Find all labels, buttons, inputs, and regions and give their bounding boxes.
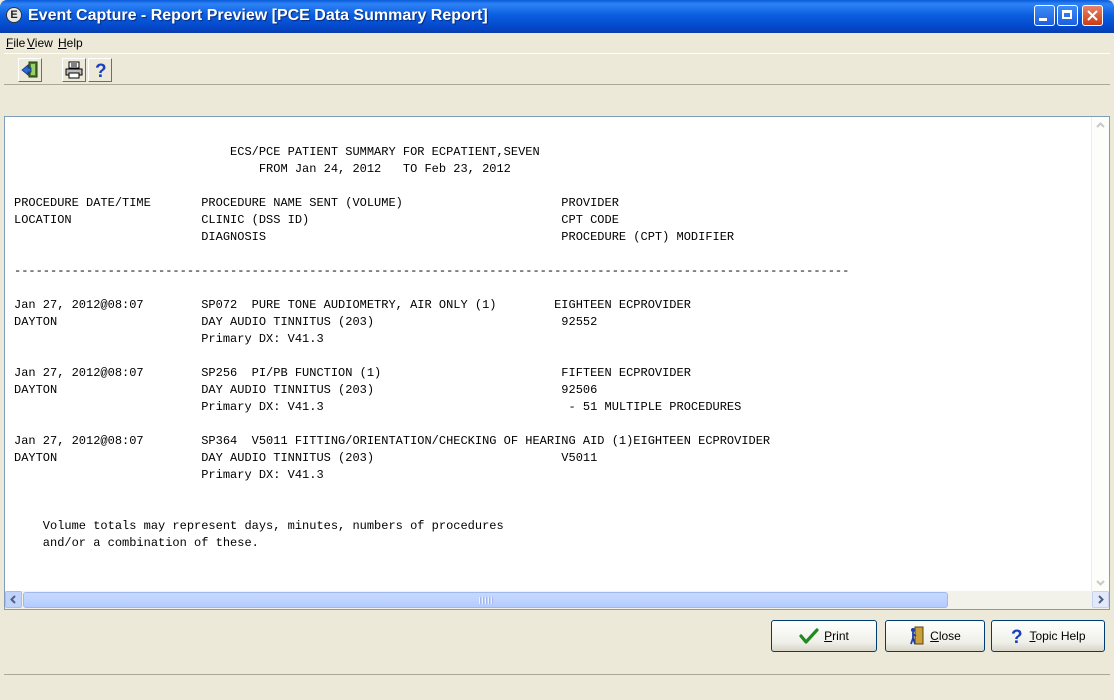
maximize-button[interactable] <box>1057 5 1078 26</box>
scroll-up-button[interactable] <box>1092 117 1109 134</box>
exit-button[interactable] <box>18 58 42 82</box>
report-text: ECS/PCE PATIENT SUMMARY FOR ECPATIENT,SE… <box>14 145 850 550</box>
horizontal-scrollbar[interactable] <box>5 591 1109 609</box>
svg-text:?: ? <box>1011 627 1023 646</box>
scroll-down-button[interactable] <box>1092 574 1109 591</box>
chevron-right-icon <box>1098 595 1104 604</box>
help-toolbar-button[interactable]: ? <box>88 58 112 82</box>
chevron-up-icon <box>1096 122 1105 128</box>
svg-text:?: ? <box>95 61 107 81</box>
chevron-left-icon <box>10 595 16 604</box>
vertical-scrollbar[interactable] <box>1091 117 1109 591</box>
scroll-right-button[interactable] <box>1092 591 1109 608</box>
window-title: Event Capture - Report Preview [PCE Data… <box>28 7 488 24</box>
app-icon: E <box>6 7 22 23</box>
topic-help-button-label: Topic Help <box>1029 629 1086 643</box>
print-toolbar-button[interactable] <box>62 58 86 82</box>
title-bar[interactable]: E Event Capture - Report Preview [PCE Da… <box>0 0 1114 33</box>
status-bar <box>4 674 1110 697</box>
close-button-label: Close <box>930 629 961 643</box>
help-icon: ? <box>95 61 107 82</box>
scroll-grip <box>479 597 493 604</box>
menu-bar: File View Help <box>4 33 1110 52</box>
close-window-button[interactable] <box>1082 5 1103 26</box>
print-button[interactable]: Print <box>771 620 877 652</box>
menu-view[interactable]: View <box>27 36 53 50</box>
close-icon <box>1087 10 1098 21</box>
report-preview-window: E Event Capture - Report Preview [PCE Da… <box>0 0 1114 700</box>
print-button-label: Print <box>824 629 849 643</box>
report-preview[interactable]: ECS/PCE PATIENT SUMMARY FOR ECPATIENT,SE… <box>4 116 1110 610</box>
toolbar: ? <box>4 53 1110 85</box>
chevron-down-icon <box>1096 580 1105 586</box>
menu-file[interactable]: File <box>6 36 25 50</box>
close-button[interactable]: Close <box>885 620 985 652</box>
scroll-left-button[interactable] <box>5 591 22 608</box>
topic-help-button[interactable]: ? Topic Help <box>991 620 1105 652</box>
minimize-button[interactable] <box>1034 5 1055 26</box>
menu-help[interactable]: Help <box>58 36 83 50</box>
printer-icon <box>65 61 83 79</box>
question-icon: ? <box>1011 627 1023 646</box>
door-exit-icon <box>910 626 924 645</box>
exit-icon <box>21 61 38 78</box>
checkmark-icon <box>799 628 819 644</box>
horizontal-scroll-thumb[interactable] <box>23 592 948 608</box>
